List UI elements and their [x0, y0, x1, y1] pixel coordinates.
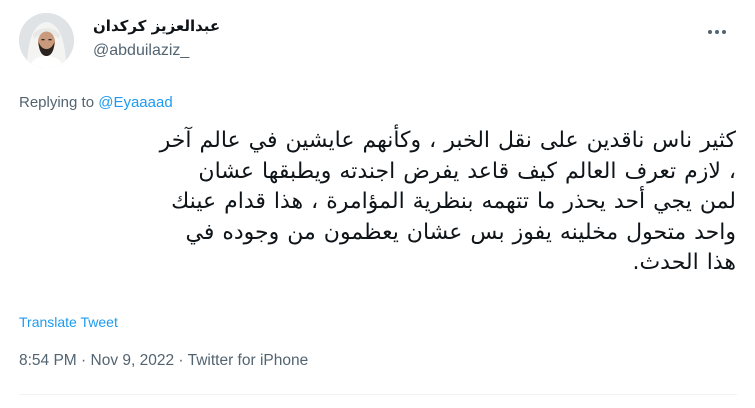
- tweet: عبدالعزيز كركدان @abduilaziz_ Replying t…: [0, 0, 755, 408]
- tweet-time[interactable]: 8:54 PM: [19, 352, 77, 369]
- meta-separator: ·: [174, 352, 188, 369]
- author-avatar[interactable]: [19, 13, 74, 68]
- more-options-button[interactable]: [700, 18, 734, 46]
- tweet-text-line: لمن يجي أحد يحذر ما تتهمه بنظرية المؤامر…: [171, 189, 736, 214]
- replying-to-label: Replying to: [19, 94, 99, 111]
- tweet-source[interactable]: Twitter for iPhone: [188, 352, 309, 369]
- tweet-text: كثير ناس ناقدين على نقل الخبر ، وكأنهم ع…: [16, 126, 736, 279]
- meta-separator: ·: [76, 352, 91, 369]
- tweet-text-line: ، لازم تعرف العالم كيف قاعد يفرض اجندته …: [198, 158, 736, 184]
- divider: [19, 394, 737, 395]
- tweet-metadata: 8:54 PM · Nov 9, 2022 · Twitter for iPho…: [19, 351, 308, 371]
- author-handle[interactable]: @abduilaziz_: [93, 40, 313, 62]
- replying-to-mention[interactable]: @Eyaaaad: [98, 94, 172, 111]
- replying-to: Replying to @Eyaaaad: [19, 93, 173, 113]
- tweet-text-line: واحد متحول مخلينه يفوز بس عشان يعظمون من…: [185, 219, 736, 245]
- tweet-text-line: هذا الحدث.: [632, 250, 736, 275]
- more-horizontal-icon: [708, 30, 726, 34]
- profile-avatar-icon: [19, 13, 74, 68]
- tweet-text-line: كثير ناس ناقدين على نقل الخبر ، وكأنهم ع…: [159, 128, 736, 153]
- author-display-name[interactable]: عبدالعزيز كركدان: [93, 14, 313, 38]
- author-info: عبدالعزيز كركدان @abduilaziz_: [93, 14, 313, 62]
- translate-tweet-link[interactable]: Translate Tweet: [19, 313, 118, 331]
- tweet-date[interactable]: Nov 9, 2022: [91, 352, 175, 369]
